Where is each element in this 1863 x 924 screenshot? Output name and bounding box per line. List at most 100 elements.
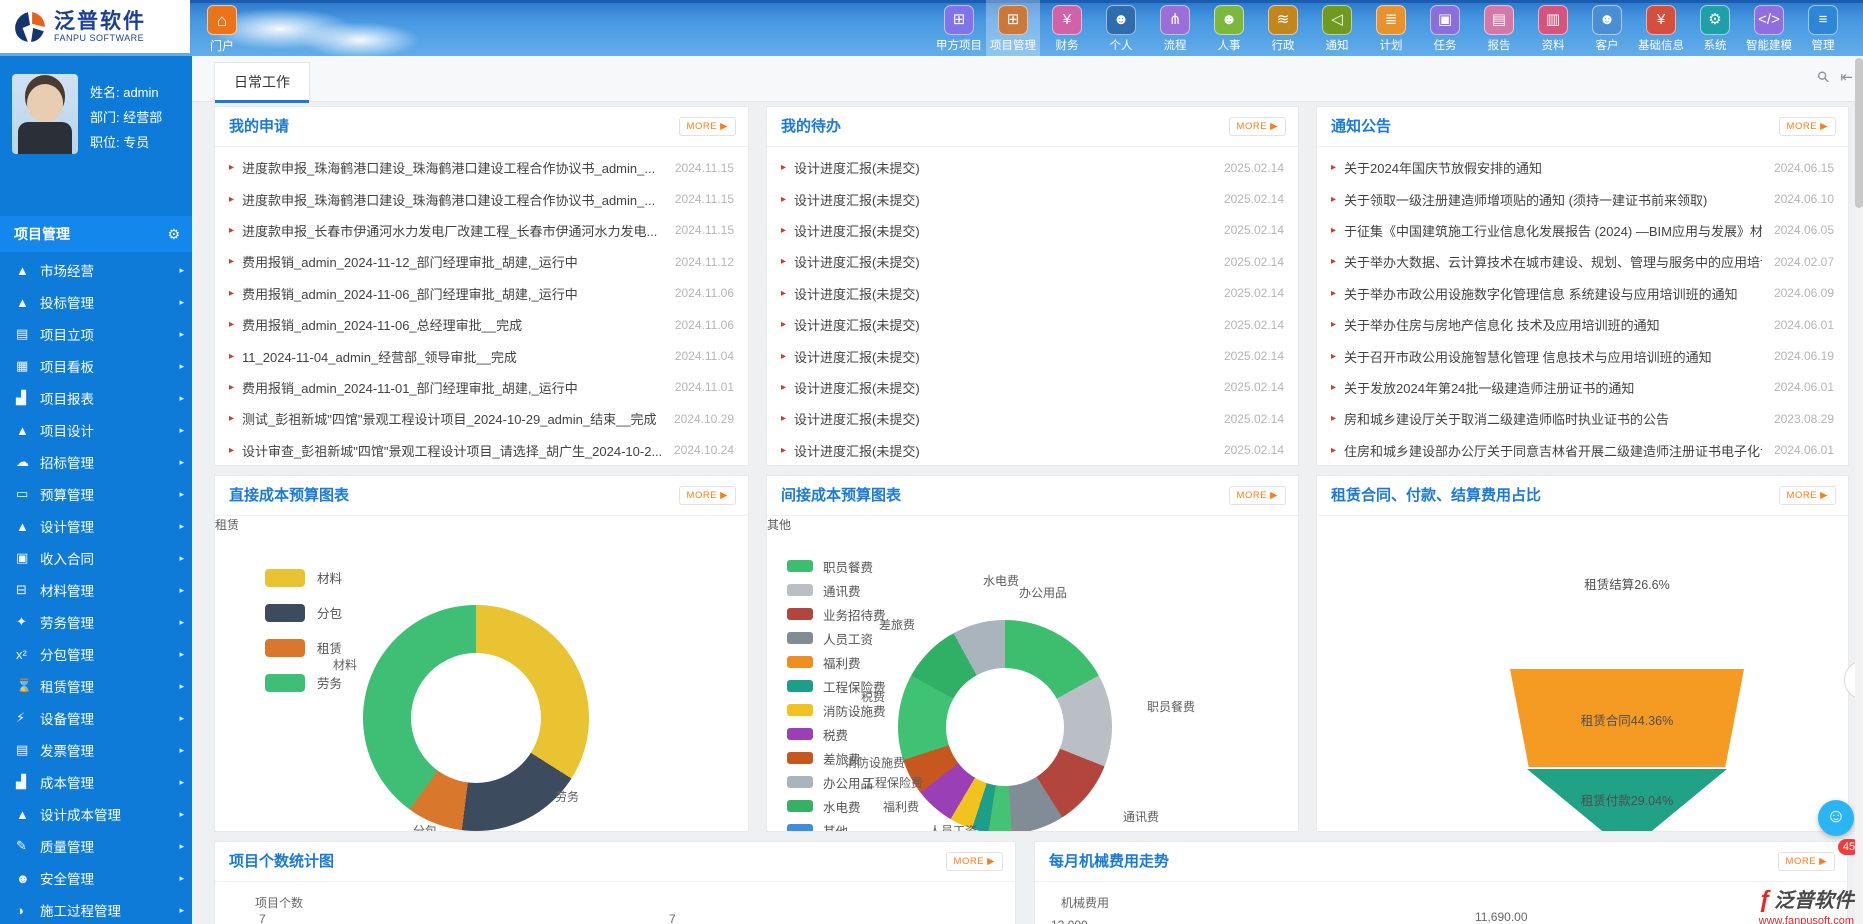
legend-item[interactable]: 其他 (787, 818, 886, 832)
chart-callout-label: 劳务 (555, 788, 579, 805)
tab-daily-work[interactable]: 日常工作 (214, 62, 310, 102)
application-list-item[interactable]: ▸ 费用报销_admin_2024-11-06_总经理审批__完成 2024.1… (229, 309, 734, 340)
sidebar-item[interactable]: ▣ 收入合同 ▸ (0, 542, 192, 574)
page-scrollbar[interactable] (1855, 56, 1863, 924)
legend-item[interactable]: 租赁 (265, 630, 342, 665)
notice-list-item[interactable]: ▸ 关于举办市政公用设施数字化管理信息 系统建设与应用培训班的通知 2024.0… (1331, 278, 1834, 309)
sidebar-item[interactable]: ▭ 预算管理 ▸ (0, 478, 192, 510)
sidebar-item[interactable]: ✎ 质量管理 ▸ (0, 830, 192, 862)
sidebar-item[interactable]: ⊟ 材料管理 ▸ (0, 574, 192, 606)
todo-list-item[interactable]: ▸ 设计进度汇报(未提交) 2025.02.14 (781, 340, 1284, 371)
todo-list-item[interactable]: ▸ 设计进度汇报(未提交) 2025.02.14 (781, 215, 1284, 246)
notice-list-item[interactable]: ▸ 关于举办住房与房地产信息化 技术及应用培训班的通知 2024.06.01 (1331, 309, 1834, 340)
gear-icon[interactable]: ⚙ (167, 216, 180, 252)
top-nav-item[interactable]: ¥ 基础信息 (1634, 0, 1688, 56)
top-nav-item[interactable]: ⋔ 流程 (1148, 0, 1202, 56)
top-nav-item[interactable]: ≋ 行政 (1256, 0, 1310, 56)
more-button[interactable]: MORE ▶ (946, 852, 1003, 871)
chat-support-button[interactable]: ☺ (1818, 800, 1854, 836)
todo-list-item[interactable]: ▸ 设计进度汇报(未提交) 2025.02.14 (781, 278, 1284, 309)
todo-list-item[interactable]: ▸ 设计进度汇报(未提交) 2025.02.14 (781, 372, 1284, 403)
top-nav-item[interactable]: </> 智能建模 (1742, 0, 1796, 56)
todo-list-item[interactable]: ▸ 设计进度汇报(未提交) 2025.02.14 (781, 183, 1284, 214)
sidebar-item[interactable]: ▟ 成本管理 ▸ (0, 766, 192, 798)
legend-item[interactable]: 福利费 (787, 650, 886, 674)
top-nav-item[interactable]: ≣ 计划 (1364, 0, 1418, 56)
todo-list-item[interactable]: ▸ 设计进度汇报(未提交) 2025.02.14 (781, 152, 1284, 183)
legend-item[interactable]: 通讯费 (787, 578, 886, 602)
sidebar-item[interactable]: ☻ 安全管理 ▸ (0, 862, 192, 894)
sidebar-item[interactable]: ◑ 施工过程管理 ▸ (0, 894, 192, 924)
sidebar-item[interactable]: ▦ 项目看板 ▸ (0, 350, 192, 382)
more-button[interactable]: MORE ▶ (679, 117, 736, 136)
todo-list-item[interactable]: ▸ 设计进度汇报(未提交) 2025.02.14 (781, 309, 1284, 340)
notice-list-item[interactable]: ▸ 住房和城乡建设部办公厅关于同意吉林省开展二级建造师注册证书电子化试点... … (1331, 435, 1834, 466)
nav-item-portal[interactable]: ⌂ 门户 (198, 5, 246, 54)
notice-list-item[interactable]: ▸ 于征集《中国建筑施工行业信息化发展报告 (2024) —BIM应用与发展》材… (1331, 215, 1834, 246)
todo-list-item[interactable]: ▸ 设计进度汇报(未提交) 2025.02.14 (781, 246, 1284, 277)
more-button[interactable]: MORE ▶ (1778, 852, 1835, 871)
sidebar-item[interactable]: ▲ 投标管理 ▸ (0, 286, 192, 318)
sidebar-item[interactable]: ✦ 劳务管理 ▸ (0, 606, 192, 638)
user-avatar[interactable] (12, 74, 78, 154)
top-nav-item[interactable]: ▣ 任务 (1418, 0, 1472, 56)
sidebar-item[interactable]: ▲ 设计管理 ▸ (0, 510, 192, 542)
notice-list-item[interactable]: ▸ 关于发放2024年第24批一级建造师注册证书的通知 2024.06.01 (1331, 372, 1834, 403)
notice-list-item[interactable]: ▸ 房和城乡建设厅关于取消二级建造师临时执业证书的公告 2023.08.29 (1331, 403, 1834, 434)
application-list-item[interactable]: ▸ 11_2024-11-04_admin_经营部_领导审批__完成 2024.… (229, 340, 734, 371)
brand-url[interactable]: www.fanpusoft.com (1712, 915, 1854, 924)
top-nav-item[interactable]: ☻ 客户 (1580, 0, 1634, 56)
application-list-item[interactable]: ▸ 测试_彭祖新城"四馆"景观工程设计项目_2024-10-29_admin_结… (229, 403, 734, 434)
sidebar-item[interactable]: ▟ 项目报表 ▸ (0, 382, 192, 414)
notice-list-item[interactable]: ▸ 关于召开市政公用设施智慧化管理 信息技术与应用培训班的通知 2024.06.… (1331, 340, 1834, 371)
legend-item[interactable]: 水电费 (787, 794, 886, 818)
more-button[interactable]: MORE ▶ (1229, 486, 1286, 505)
legend-item[interactable]: 材料 (265, 560, 342, 595)
notice-list-item[interactable]: ▸ 关于2024年国庆节放假安排的通知 2024.06.15 (1331, 152, 1834, 183)
sidebar-item[interactable]: x² 分包管理 ▸ (0, 638, 192, 670)
application-list-item[interactable]: ▸ 费用报销_admin_2024-11-01_部门经理审批_胡建,_运行中 2… (229, 372, 734, 403)
legend-item[interactable]: 业务招待费 (787, 602, 886, 626)
application-list-item[interactable]: ▸ 费用报销_admin_2024-11-06_部门经理审批_胡建,_运行中 2… (229, 278, 734, 309)
top-nav-item[interactable]: ≡ 管理 (1796, 0, 1850, 56)
sidebar-item[interactable]: ▲ 市场经营 ▸ (0, 254, 192, 286)
top-nav-item[interactable]: ◁ 通知 (1310, 0, 1364, 56)
top-nav-item[interactable]: ⚙ 系统 (1688, 0, 1742, 56)
sidebar-item[interactable]: ▤ 项目立项 ▸ (0, 318, 192, 350)
legend-item[interactable]: 职员餐费 (787, 554, 886, 578)
sidebar-item[interactable]: ▲ 项目设计 ▸ (0, 414, 192, 446)
sidebar-item[interactable]: ⚡ 设备管理 ▸ (0, 702, 192, 734)
more-button[interactable]: MORE ▶ (1229, 117, 1286, 136)
application-list-item[interactable]: ▸ 费用报销_admin_2024-11-12_部门经理审批_胡建,_运行中 2… (229, 246, 734, 277)
legend-label: 材料 (317, 568, 342, 587)
notice-list-item[interactable]: ▸ 关于领取一级注册建造师增项贴的通知 (须持一建证书前来领取) 2024.06… (1331, 183, 1834, 214)
more-button[interactable]: MORE ▶ (679, 486, 736, 505)
application-list-item[interactable]: ▸ 进度款申报_长春市伊通河水力发电厂改建工程_长春市伊通河水力发电... 20… (229, 215, 734, 246)
scrollbar-thumb[interactable] (1855, 58, 1863, 208)
notice-list-item[interactable]: ▸ 关于举办大数据、云计算技术在城市建设、规划、管理与服务中的应用培训班... … (1331, 246, 1834, 277)
sidebar-item[interactable]: ▤ 发票管理 ▸ (0, 734, 192, 766)
application-list-item[interactable]: ▸ 进度款申报_珠海鹤港口建设_珠海鹤港口建设工程合作协议书_admin_...… (229, 152, 734, 183)
top-nav-item[interactable]: ▤ 报告 (1472, 0, 1526, 56)
key-icon[interactable]: ⚲ (1813, 67, 1834, 88)
legend-item[interactable]: 人员工资 (787, 626, 886, 650)
legend-item[interactable]: 劳务 (265, 665, 342, 700)
top-nav-item[interactable]: ☻ 人事 (1202, 0, 1256, 56)
legend-item[interactable]: 分包 (265, 595, 342, 630)
top-nav-item[interactable]: ☻ 个人 (1094, 0, 1148, 56)
top-nav-item[interactable]: ▥ 资料 (1526, 0, 1580, 56)
todo-list-item[interactable]: ▸ 设计进度汇报(未提交) 2025.02.14 (781, 435, 1284, 466)
more-button[interactable]: MORE ▶ (1779, 486, 1836, 505)
top-nav-item[interactable]: ⊞ 项目管理 (986, 0, 1040, 56)
legend-item[interactable]: 税费 (787, 722, 886, 746)
sidebar-item[interactable]: ⌛ 租赁管理 ▸ (0, 670, 192, 702)
application-list-item[interactable]: ▸ 进度款申报_珠海鹤港口建设_珠海鹤港口建设工程合作协议书_admin_...… (229, 183, 734, 214)
collapse-icon[interactable]: ⇤ (1840, 68, 1853, 86)
todo-list-item[interactable]: ▸ 设计进度汇报(未提交) 2025.02.14 (781, 403, 1284, 434)
application-list-item[interactable]: ▸ 设计审查_彭祖新城"四馆"景观工程设计项目_请选择_胡广生_2024-10-… (229, 435, 734, 466)
top-nav-item[interactable]: ⊞ 甲方项目 (932, 0, 986, 56)
top-nav-item[interactable]: ¥ 财务 (1040, 0, 1094, 56)
sidebar-item[interactable]: ☁ 招标管理 ▸ (0, 446, 192, 478)
more-button[interactable]: MORE ▶ (1779, 117, 1836, 136)
sidebar-item[interactable]: ▲ 设计成本管理 ▸ (0, 798, 192, 830)
